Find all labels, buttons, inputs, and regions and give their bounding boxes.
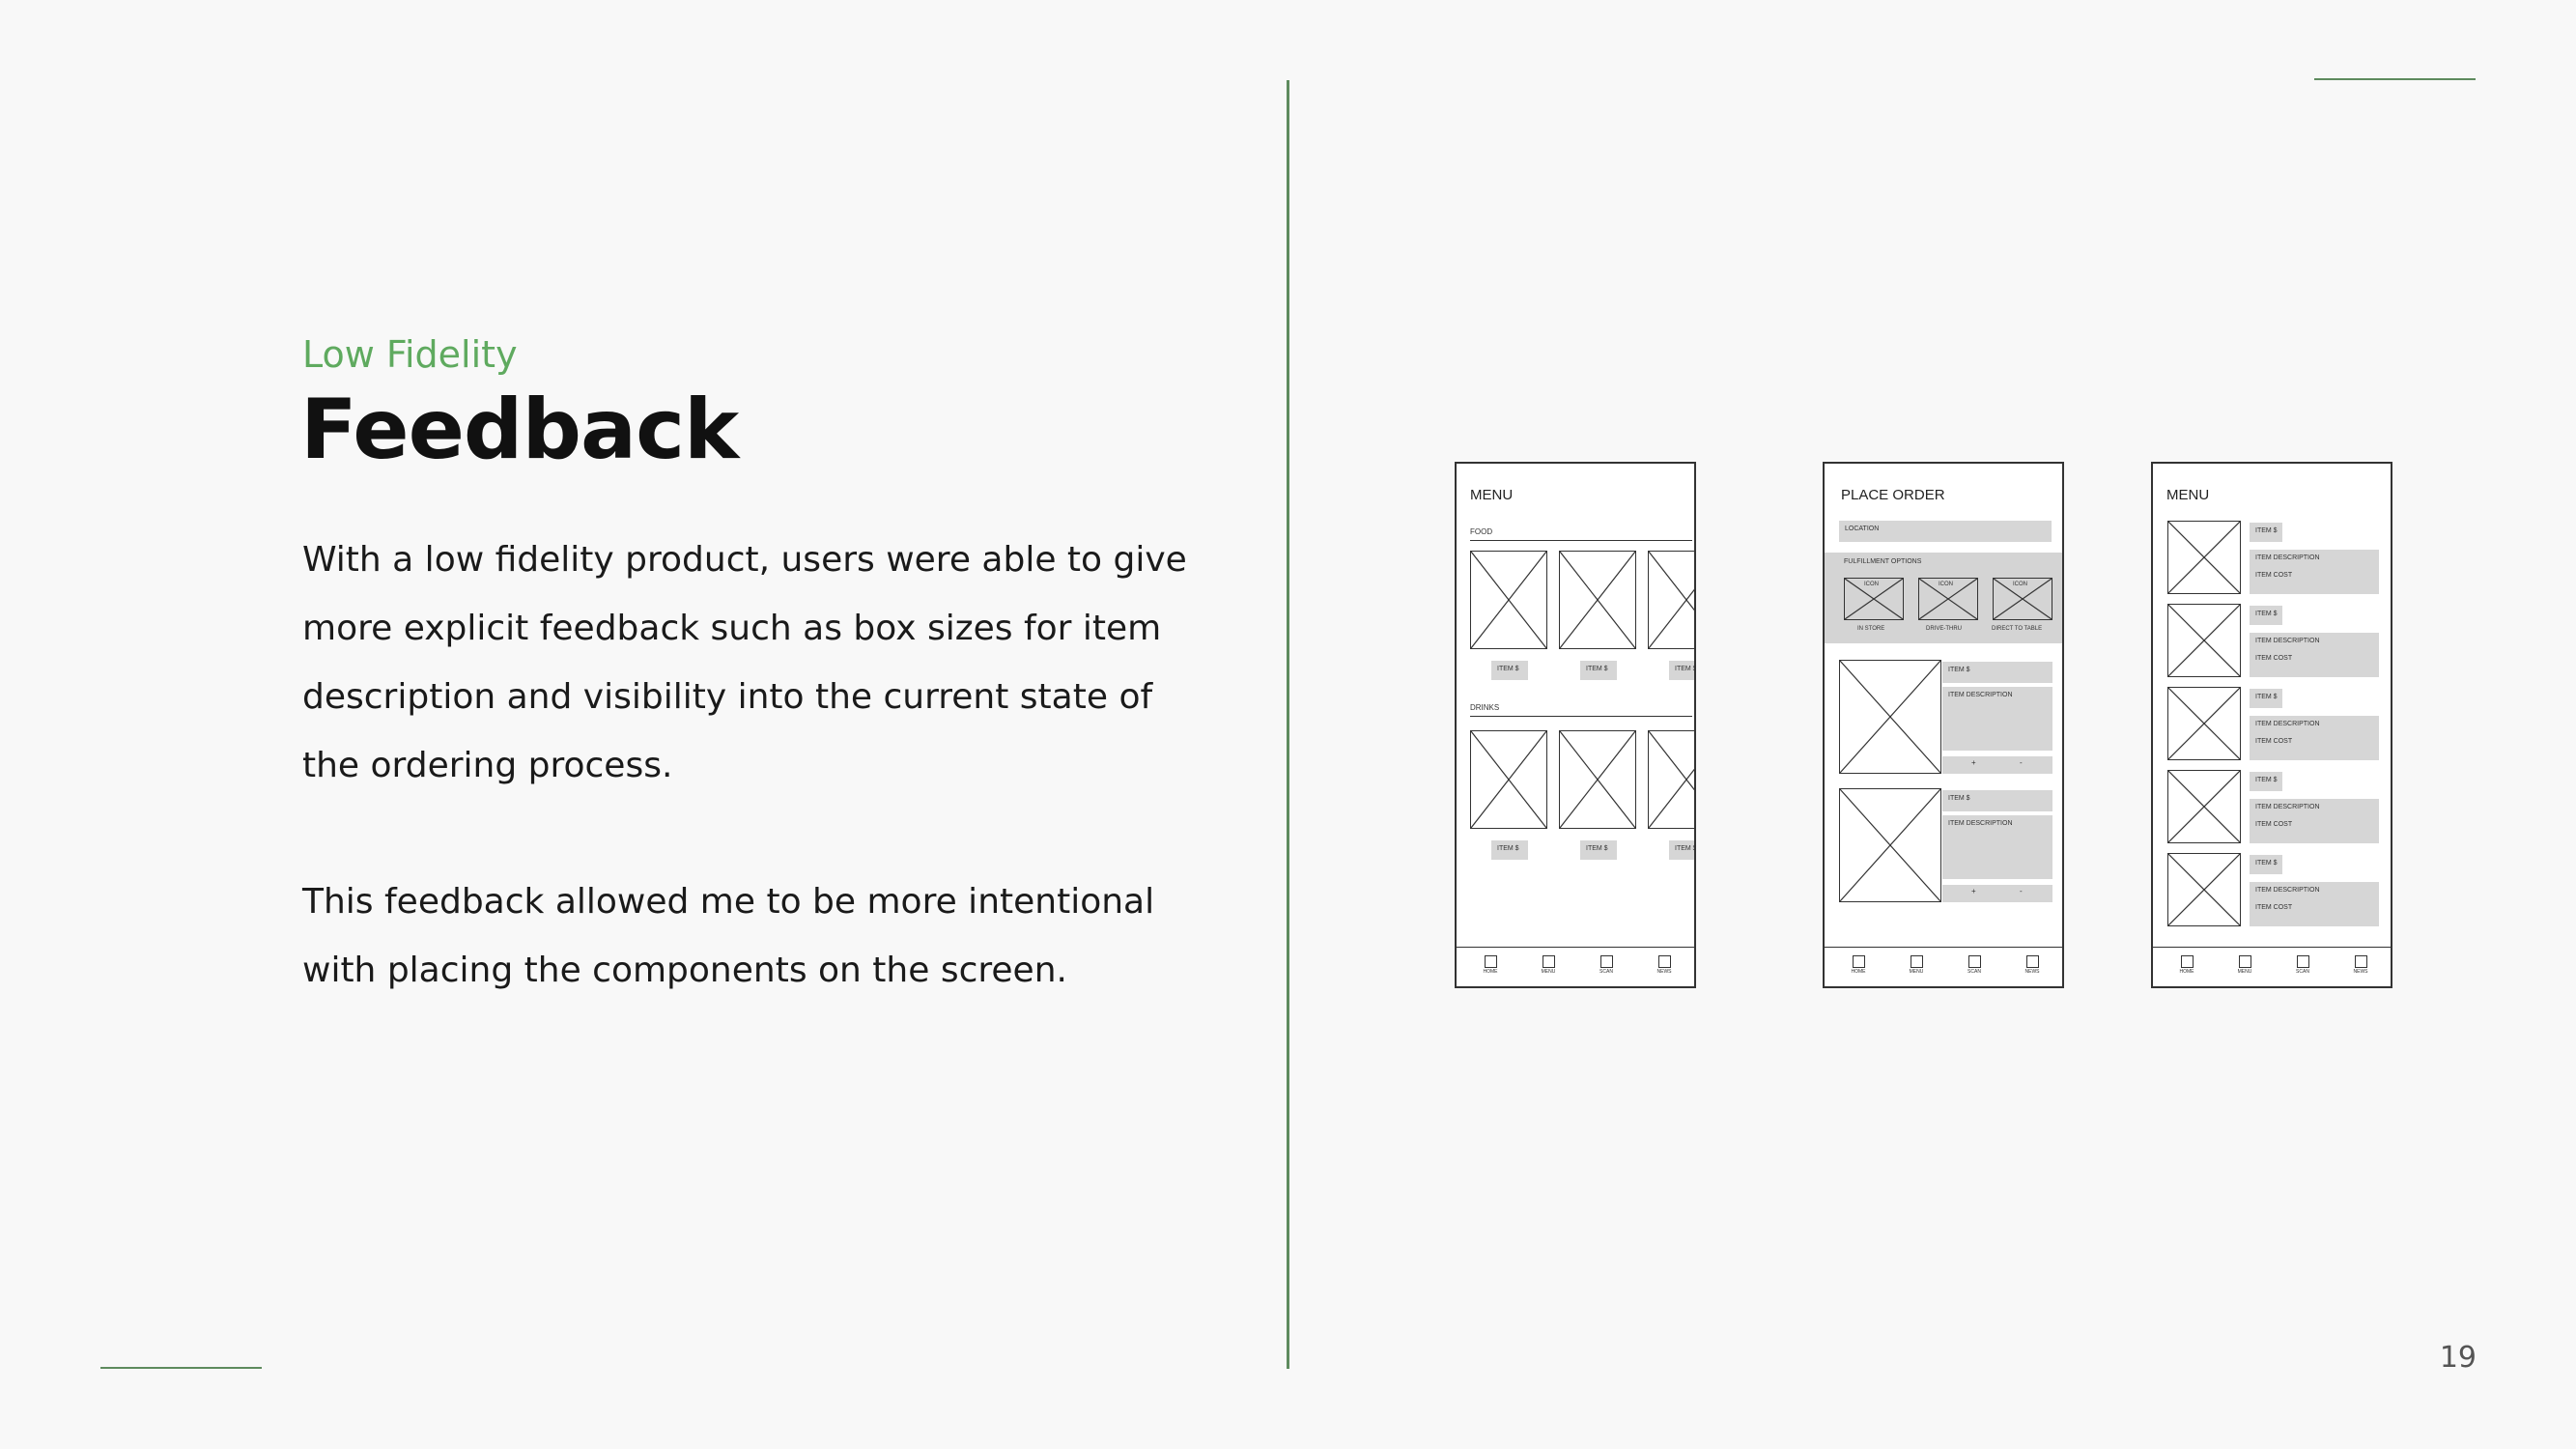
fulfillment-label: FULFILLMENT OPTIONS <box>1844 558 1922 565</box>
nav-scan: SCAN <box>1592 955 1621 975</box>
location-field: LOCATION <box>1839 521 2052 542</box>
list-item-price: ITEM $ <box>2250 523 2282 542</box>
vertical-divider <box>1287 80 1289 1369</box>
bottom-left-accent-line <box>100 1367 262 1369</box>
section-label-food: FOOD <box>1470 527 1493 536</box>
nav-scan: SCAN <box>2288 955 2317 975</box>
option-icon: ICON <box>1844 578 1904 620</box>
placeholder-image <box>1839 660 1941 774</box>
order-item-price: ITEM $ <box>1942 662 2052 683</box>
list-item-details: ITEM DESCRIPTION ITEM COST <box>2250 633 2379 677</box>
placeholder-image <box>1559 551 1636 649</box>
list-item-price: ITEM $ <box>2250 772 2282 791</box>
wireframe-menu-grid: MENU FOOD ITEM $ ITEM $ ITEM $ DRINKS IT… <box>1455 462 1696 988</box>
nav-home: HOME <box>1476 955 1505 975</box>
placeholder-image <box>1648 551 1694 649</box>
placeholder-image <box>1470 730 1547 829</box>
bottom-nav: HOME MENU SCAN NEWS <box>1457 947 1694 986</box>
slide-subtitle: Low Fidelity <box>302 333 518 376</box>
item-price-chip: ITEM $ <box>1669 840 1694 860</box>
wireframe-place-order: PLACE ORDER LOCATION FULFILLMENT OPTIONS… <box>1823 462 2064 988</box>
order-item-description: ITEM DESCRIPTION <box>1942 815 2052 879</box>
list-item-details: ITEM DESCRIPTION ITEM COST <box>2250 882 2379 926</box>
item-price-chip: ITEM $ <box>1580 840 1617 860</box>
wireframe-title: MENU <box>2166 487 2210 503</box>
order-item-price: ITEM $ <box>1942 790 2052 811</box>
placeholder-image <box>1839 788 1941 902</box>
list-item-details: ITEM DESCRIPTION ITEM COST <box>2250 550 2379 594</box>
placeholder-image <box>1559 730 1636 829</box>
list-item-price: ITEM $ <box>2250 855 2282 874</box>
list-item-details: ITEM DESCRIPTION ITEM COST <box>2250 799 2379 843</box>
wireframe-title: PLACE ORDER <box>1841 487 1945 503</box>
placeholder-image <box>2167 604 2241 677</box>
item-price-chip: ITEM $ <box>1669 661 1694 680</box>
body-paragraph-2: This feedback allowed me to be more inte… <box>302 882 1155 990</box>
nav-scan: SCAN <box>1960 955 1989 975</box>
item-price-chip: ITEM $ <box>1580 661 1617 680</box>
item-price-chip: ITEM $ <box>1491 661 1528 680</box>
nav-news: NEWS <box>2346 955 2375 975</box>
placeholder-image <box>2167 770 2241 843</box>
body-paragraph-1: With a low fidelity product, users were … <box>302 540 1187 785</box>
top-right-accent-line <box>2314 78 2476 80</box>
list-item-price: ITEM $ <box>2250 689 2282 708</box>
nav-home: HOME <box>1844 955 1873 975</box>
nav-menu: MENU <box>1902 955 1931 975</box>
wireframe-menu-list: MENU ITEM $ ITEM DESCRIPTION ITEM COST IT… <box>2151 462 2392 988</box>
nav-menu: MENU <box>1534 955 1563 975</box>
slide-title: Feedback <box>300 382 739 478</box>
nav-menu: MENU <box>2230 955 2259 975</box>
nav-news: NEWS <box>2018 955 2047 975</box>
nav-home: HOME <box>2172 955 2201 975</box>
option-in-store: IN STORE <box>1857 626 1885 632</box>
placeholder-image <box>2167 853 2241 926</box>
section-label-drinks: DRINKS <box>1470 703 1500 712</box>
quantity-stepper: + - <box>1942 756 2052 774</box>
item-price-chip: ITEM $ <box>1491 840 1528 860</box>
option-direct-to-table: DIRECT TO TABLE <box>1992 626 2043 632</box>
page-number: 19 <box>2439 1341 2477 1375</box>
section-divider <box>1470 540 1692 541</box>
list-item-details: ITEM DESCRIPTION ITEM COST <box>2250 716 2379 760</box>
bottom-nav: HOME MENU SCAN NEWS <box>2153 947 2391 986</box>
bottom-nav: HOME MENU SCAN NEWS <box>1825 947 2062 986</box>
section-divider <box>1470 716 1692 717</box>
fulfillment-panel: FULFILLMENT OPTIONS ICON ICON ICON IN ST… <box>1825 553 2062 643</box>
placeholder-image <box>1470 551 1547 649</box>
list-item-price: ITEM $ <box>2250 606 2282 625</box>
order-item-description: ITEM DESCRIPTION <box>1942 687 2052 751</box>
option-icon: ICON <box>1993 578 2052 620</box>
nav-news: NEWS <box>1650 955 1679 975</box>
option-icon: ICON <box>1918 578 1978 620</box>
wireframe-title: MENU <box>1470 487 1514 503</box>
placeholder-image <box>1648 730 1694 829</box>
placeholder-image <box>2167 687 2241 760</box>
quantity-stepper: + - <box>1942 885 2052 902</box>
option-drive-thru: DRIVE-THRU <box>1926 626 1962 632</box>
placeholder-image <box>2167 521 2241 594</box>
